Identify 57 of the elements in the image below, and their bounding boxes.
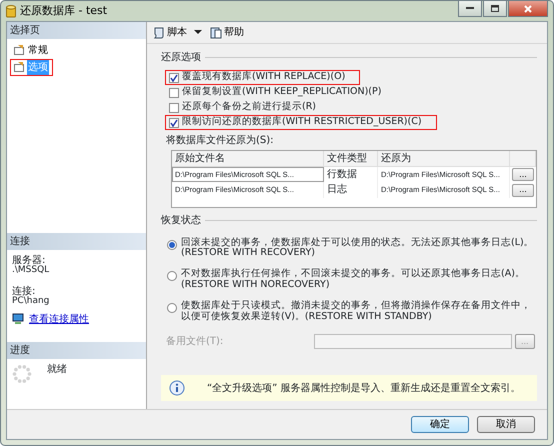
minimize-icon bbox=[466, 7, 474, 10]
minimize-button[interactable] bbox=[458, 1, 482, 17]
column-header[interactable]: 还原为 bbox=[378, 150, 510, 166]
server-value: .\MSSQL bbox=[12, 266, 50, 276]
standby-file-field[interactable] bbox=[314, 334, 512, 350]
checkbox-label[interactable]: 覆盖现有数据库(WITH REPLACE)(O) bbox=[182, 70, 346, 85]
server-label: 服务器: bbox=[12, 255, 46, 266]
caret-icon bbox=[194, 30, 202, 35]
files-label: 将数据库文件还原为(S): bbox=[166, 134, 275, 148]
window-title: 还原数据库 - test bbox=[20, 2, 108, 19]
radio-label[interactable]: 不对数据库执行任何操作，不回滚未提交的事务。可以还原其他事务日志(A)。(RESTORE WITH NORECOVERY) bbox=[181, 269, 537, 292]
section-header: 连接 bbox=[7, 233, 146, 250]
checkbox[interactable] bbox=[169, 72, 179, 82]
radio-button[interactable] bbox=[167, 303, 177, 314]
maximize-icon bbox=[491, 5, 499, 12]
help-icon bbox=[210, 26, 222, 38]
close-button[interactable] bbox=[508, 1, 548, 17]
section-header: 进度 bbox=[7, 342, 146, 359]
radio-button[interactable] bbox=[167, 240, 177, 250]
connection-label: 连接: bbox=[12, 286, 36, 297]
connection-value: PC\hang bbox=[12, 296, 50, 307]
ok-button[interactable]: 确定 bbox=[411, 416, 469, 433]
group-heading: 还原选项 bbox=[161, 50, 201, 65]
computer-icon bbox=[12, 313, 24, 326]
page-icon bbox=[14, 45, 25, 55]
database-icon bbox=[6, 4, 16, 18]
info-icon bbox=[169, 380, 185, 396]
browse-button[interactable]: ... bbox=[512, 168, 534, 181]
column-header[interactable]: 文件类型 bbox=[324, 150, 378, 166]
radio-label[interactable]: 使数据库处于只读模式。撤消未提交的事务，但将撤消操作保存在备用文件中，以便可使恢复效果逆转(V)。(RESTORE WITH STANDBY) bbox=[181, 301, 537, 324]
section-header: 选择页 bbox=[7, 22, 146, 39]
connection-properties-link[interactable]: 查看连接属性 bbox=[29, 312, 89, 327]
script-button[interactable]: 脚本 bbox=[153, 25, 202, 40]
checkbox-label[interactable]: 还原每个备份之前进行提示(R) bbox=[182, 100, 316, 115]
script-icon bbox=[153, 26, 165, 38]
radio-button[interactable] bbox=[167, 271, 177, 282]
column-header[interactable]: 原始文件名 bbox=[172, 150, 324, 166]
page-icon bbox=[14, 62, 25, 72]
checkbox[interactable] bbox=[169, 102, 179, 112]
checkbox-label[interactable]: 限制访问还原的数据库(WITH RESTRICTED_USER)(C) bbox=[182, 115, 422, 130]
maximize-button[interactable] bbox=[483, 1, 507, 17]
browse-button[interactable]: ... bbox=[512, 184, 534, 196]
page-item[interactable]: 常规 bbox=[10, 42, 53, 58]
cancel-button[interactable]: 取消 bbox=[477, 416, 535, 433]
group-heading: 恢复状态 bbox=[161, 214, 201, 228]
info-message: “全文升级选项” 服务器属性控制是导入、重新生成还是重置全文索引。 bbox=[207, 382, 521, 396]
checkbox-label[interactable]: 保留复制设置(WITH KEEP_REPLICATION)(P) bbox=[182, 85, 382, 100]
checkbox[interactable] bbox=[169, 88, 179, 98]
checkbox[interactable] bbox=[169, 118, 179, 128]
standby-file-label: 备用文件(T): bbox=[166, 334, 224, 350]
help-button[interactable]: 帮助 bbox=[210, 25, 244, 40]
table-cell: 行数据 bbox=[324, 166, 378, 182]
close-icon bbox=[524, 4, 532, 12]
spinner-icon bbox=[12, 364, 32, 384]
status-text: 就绪 bbox=[47, 364, 67, 377]
radio-label[interactable]: 回滚未提交的事务，使数据库处于可以使用的状态。无法还原其他事务日志(L)。(RESTORE WITH RECOVERY) bbox=[181, 238, 537, 260]
table-cell: 日志 bbox=[324, 182, 378, 198]
